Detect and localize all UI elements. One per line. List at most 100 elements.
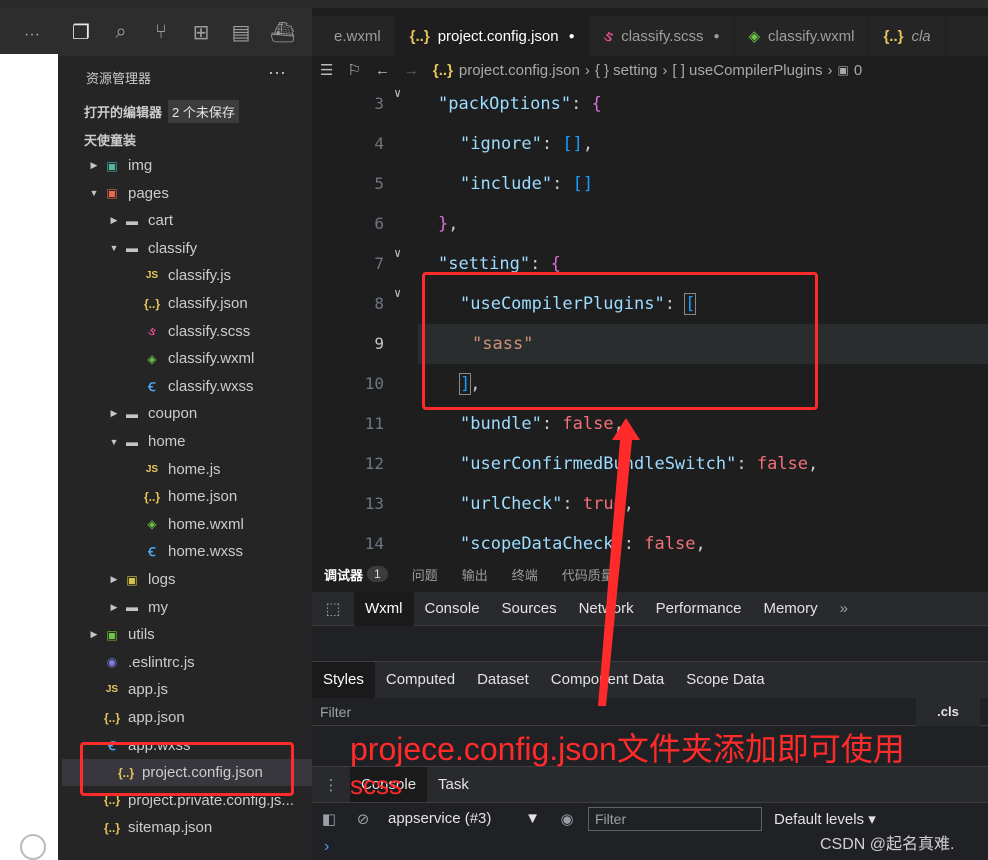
devtools-tab[interactable]: Memory bbox=[752, 592, 828, 626]
unsaved-dot-icon[interactable]: ● bbox=[713, 31, 719, 42]
chevron-down-icon: ▼ bbox=[109, 436, 119, 447]
open-editors-section[interactable]: ▶ 打开的编辑器 2 个未保存 bbox=[58, 98, 312, 124]
inspect-icon[interactable]: ⬚ bbox=[312, 599, 354, 619]
tab-output[interactable]: 输出 bbox=[462, 565, 488, 584]
more-tabs-icon[interactable]: » bbox=[829, 592, 859, 626]
explorer-more-icon[interactable]: ··· bbox=[268, 62, 286, 83]
editor-tab[interactable]: ઙ classify.scss ● bbox=[590, 16, 735, 56]
elements-area bbox=[312, 626, 988, 662]
array-icon: ▣ bbox=[837, 63, 849, 77]
breadcrumb-file[interactable]: project.config.json bbox=[459, 62, 580, 79]
console-filter-input[interactable]: Filter bbox=[588, 806, 762, 831]
folder-icon: ▬ bbox=[126, 600, 138, 615]
tab-label: classify.wxml bbox=[768, 27, 855, 45]
tab-problems[interactable]: 问题 bbox=[412, 565, 438, 584]
devtools-tab[interactable]: Performance bbox=[645, 592, 753, 626]
tree-item[interactable]: ▶ ▬ coupon bbox=[106, 400, 346, 427]
utils-folder-icon: ▣ bbox=[106, 627, 118, 642]
devtools-tab[interactable]: Network bbox=[568, 592, 645, 626]
tree-item[interactable]: ▼ ▣ pages bbox=[86, 180, 326, 207]
tree-item[interactable]: ▶ ▣ img bbox=[86, 152, 326, 179]
extensions-icon[interactable]: ⊞ bbox=[190, 20, 212, 45]
tree-item[interactable]: ▼ ▬ classify bbox=[106, 235, 346, 262]
chevron-right-icon: ▶ bbox=[58, 0, 84, 541]
tree-item[interactable]: ◉ .eslintrc.js bbox=[86, 649, 326, 676]
fold-chevron-icon[interactable]: ∨ bbox=[394, 286, 401, 300]
avatar[interactable] bbox=[20, 834, 46, 860]
tree-item[interactable]: ▶ ▬ cart bbox=[106, 207, 346, 234]
clear-icon[interactable]: ⊘ bbox=[346, 810, 380, 828]
styles-tab[interactable]: Scope Data bbox=[675, 662, 775, 698]
tab-quality[interactable]: 代码质量 bbox=[562, 565, 614, 584]
layout-icon[interactable]: ▤ bbox=[230, 20, 252, 45]
breadcrumb-setting[interactable]: { } setting bbox=[595, 62, 658, 79]
more-icon[interactable]: ··· bbox=[24, 26, 40, 44]
forward-icon[interactable]: → bbox=[404, 62, 419, 79]
devtools-tab[interactable]: Console bbox=[414, 592, 491, 626]
search-icon[interactable]: ⌕ bbox=[110, 21, 132, 44]
fold-chevron-icon[interactable]: ∨ bbox=[394, 86, 401, 100]
tree-item[interactable]: ▶ ▬ my bbox=[106, 594, 346, 621]
tab-debugger[interactable]: 调试器 bbox=[324, 565, 363, 584]
tree-item-label: cart bbox=[148, 212, 174, 230]
docker-icon[interactable]: ⛴ bbox=[270, 20, 295, 45]
list-icon[interactable]: ☰ bbox=[320, 61, 333, 79]
tab-terminal[interactable]: 终端 bbox=[512, 565, 538, 584]
code-line: "bundle": false, bbox=[460, 414, 624, 434]
cls-button[interactable]: .cls bbox=[916, 698, 980, 726]
tree-item-label: home.wxml bbox=[168, 515, 244, 533]
tab-label: project.config.json bbox=[437, 27, 559, 45]
tree-item-label: .eslintrc.js bbox=[128, 653, 195, 671]
eye-icon[interactable]: ◉ bbox=[550, 810, 584, 828]
sidebar-toggle-icon[interactable]: ◧ bbox=[312, 810, 346, 828]
chevron-down-icon: ▼ bbox=[89, 188, 99, 199]
code-line: "scopeDataCheck": false, bbox=[460, 534, 706, 554]
editor-tab[interactable]: ◈ classify.wxml bbox=[735, 16, 870, 56]
tree-item[interactable]: ▶ ▣ logs bbox=[106, 566, 346, 593]
logs-folder-icon: ▣ bbox=[126, 572, 138, 587]
explorer-panel: 资源管理器 ··· ▶ 打开的编辑器 2 个未保存 ▼ 天使童装 ▶ ▣ img ▼ ▣… bbox=[58, 56, 312, 860]
devtools-tab[interactable]: Sources bbox=[491, 592, 568, 626]
files-icon[interactable]: ❐ bbox=[70, 20, 92, 45]
tree-item-label: classify.wxml bbox=[168, 350, 255, 368]
breadcrumb-count[interactable]: 0 bbox=[854, 62, 862, 79]
bookmark-icon[interactable]: ⚐ bbox=[347, 61, 360, 79]
editor-tab[interactable]: e.wxml bbox=[312, 16, 396, 56]
context-select[interactable]: appservice (#3) ▼ bbox=[380, 810, 550, 827]
source-control-icon[interactable]: ⑂ bbox=[150, 21, 172, 44]
tree-item-label: coupon bbox=[148, 405, 198, 423]
styles-tab[interactable]: Styles bbox=[312, 662, 375, 698]
json-file-icon: {..} bbox=[103, 820, 120, 835]
styles-tab[interactable]: Component Data bbox=[540, 662, 675, 698]
chevron-down-icon: ▼ bbox=[58, 0, 84, 569]
chevron-right-icon: ▶ bbox=[110, 574, 118, 584]
devtools-tab[interactable]: Wxml bbox=[354, 591, 414, 626]
project-section[interactable]: ▼ 天使童装 bbox=[58, 126, 312, 152]
tree-item-label: classify.js bbox=[168, 267, 232, 285]
styles-tab[interactable]: Dataset bbox=[466, 662, 540, 698]
back-icon[interactable]: ← bbox=[375, 62, 390, 79]
kebab-icon[interactable]: ⋮ bbox=[312, 776, 350, 794]
editor-tab[interactable]: {..} project.config.json ● bbox=[395, 16, 590, 56]
file-type-icon: ◈ bbox=[748, 28, 761, 45]
tree-item-label: classify.wxss bbox=[168, 377, 254, 395]
tree-item[interactable]: {..} sitemap.json bbox=[86, 814, 326, 841]
styles-tab[interactable]: Computed bbox=[375, 662, 466, 698]
tree-item-label: classify.scss bbox=[168, 322, 251, 340]
levels-dropdown[interactable]: Default levels ▾ bbox=[774, 810, 876, 828]
tree-item-label: img bbox=[128, 157, 153, 174]
panel-tabs: 调试器 1 问题 输出 终端 代码质量 bbox=[312, 556, 988, 592]
task-tab[interactable]: Task bbox=[427, 767, 480, 803]
tree-item[interactable]: ▶ ▣ utils bbox=[86, 621, 326, 648]
tree-item[interactable]: JS app.js bbox=[86, 676, 326, 703]
filter-placeholder[interactable]: Filter bbox=[320, 704, 351, 720]
unsaved-dot-icon[interactable]: ● bbox=[569, 31, 575, 42]
file-type-icon: ઙ bbox=[603, 27, 614, 45]
tree-item[interactable]: {..} app.json bbox=[86, 704, 326, 731]
editor-tab[interactable]: {..} cla bbox=[869, 16, 946, 56]
fold-chevron-icon[interactable]: ∨ bbox=[394, 246, 401, 260]
tree-item[interactable]: ▼ ▬ home bbox=[106, 428, 346, 455]
styles-filter[interactable]: Filter .cls bbox=[312, 698, 988, 726]
breadcrumb-plugins[interactable]: [ ] useCompilerPlugins bbox=[672, 62, 822, 79]
tree-item-label: pages bbox=[128, 184, 169, 202]
